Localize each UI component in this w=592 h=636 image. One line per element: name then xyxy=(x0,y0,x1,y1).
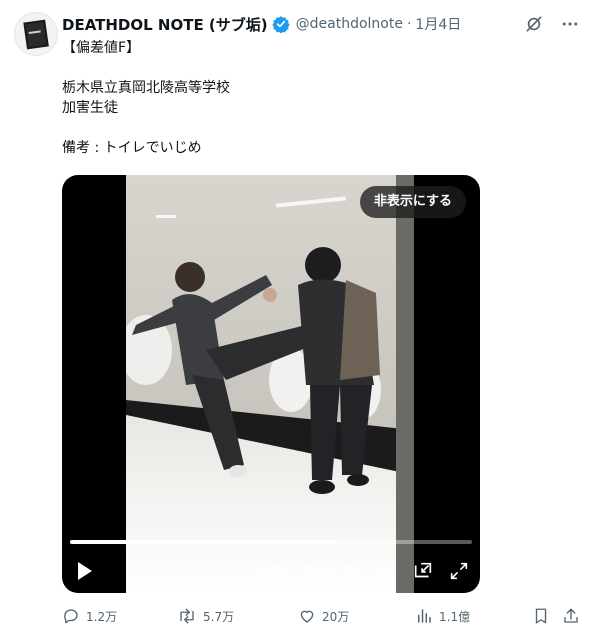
avatar[interactable] xyxy=(14,12,58,56)
separator: · xyxy=(406,16,412,32)
like-icon xyxy=(300,610,314,623)
tweet-header: DEATHDOL NOTE (サブ垢) @deathdolnote · 1月4日 xyxy=(62,13,580,35)
video-player[interactable]: 非表示にする 0:06 / 0:09 xyxy=(62,175,480,593)
video-progress-bar[interactable] xyxy=(70,540,472,544)
play-icon[interactable] xyxy=(76,560,94,582)
bookmark-icon xyxy=(535,608,547,624)
retweet-button[interactable]: 5.7万 xyxy=(177,604,234,628)
tweet-line: 備考 : トイレでいじめ xyxy=(62,140,202,156)
death-note-book-icon xyxy=(23,19,49,50)
share-button[interactable] xyxy=(562,604,580,628)
tweet-actions: 1.2万 5.7万 20万 1.1億 xyxy=(62,604,580,628)
author-handle[interactable]: @deathdolnote xyxy=(296,16,403,32)
views-icon xyxy=(418,609,431,623)
volume-icon[interactable] xyxy=(340,560,362,582)
video-frame xyxy=(126,175,414,593)
video-progress-fill xyxy=(70,540,339,544)
tweet-line xyxy=(62,58,562,78)
video-time: 0:06 / 0:09 xyxy=(258,564,335,580)
tweet-line: 栃木県立真岡北陵高等学校 xyxy=(62,80,230,96)
share-icon xyxy=(564,608,578,623)
like-button[interactable]: 20万 xyxy=(298,604,349,628)
grok-icon[interactable] xyxy=(524,14,544,34)
hide-video-button[interactable]: 非表示にする xyxy=(359,186,466,218)
verified-icon xyxy=(271,16,290,33)
fullscreen-icon[interactable] xyxy=(448,560,470,582)
retweet-icon xyxy=(180,608,194,624)
reply-count: 1.2万 xyxy=(86,609,118,624)
author-name[interactable]: DEATHDOL NOTE (サブ垢) xyxy=(62,14,268,35)
like-count: 20万 xyxy=(322,609,350,624)
tweet-text: 【偏差値F】 栃木県立真岡北陵高等学校 加害生徒 備考 : トイレでいじめ xyxy=(62,38,562,158)
retweet-count: 5.7万 xyxy=(203,609,235,624)
reply-icon xyxy=(64,609,78,624)
bookmark-button[interactable] xyxy=(532,604,550,628)
tweet-line xyxy=(62,118,562,138)
tweet-line: 加害生徒 xyxy=(62,100,118,116)
tweet-line: 【偏差値F】 xyxy=(62,40,141,56)
tweet-date[interactable]: 1月4日 xyxy=(415,14,461,34)
views-button[interactable]: 1.1億 xyxy=(415,604,470,628)
pip-icon[interactable] xyxy=(412,560,434,582)
reply-button[interactable]: 1.2万 xyxy=(62,604,117,628)
views-count: 1.1億 xyxy=(439,609,471,624)
video-controls: 0:06 / 0:09 xyxy=(62,555,480,589)
more-icon[interactable] xyxy=(560,14,580,34)
settings-icon[interactable] xyxy=(375,560,397,582)
